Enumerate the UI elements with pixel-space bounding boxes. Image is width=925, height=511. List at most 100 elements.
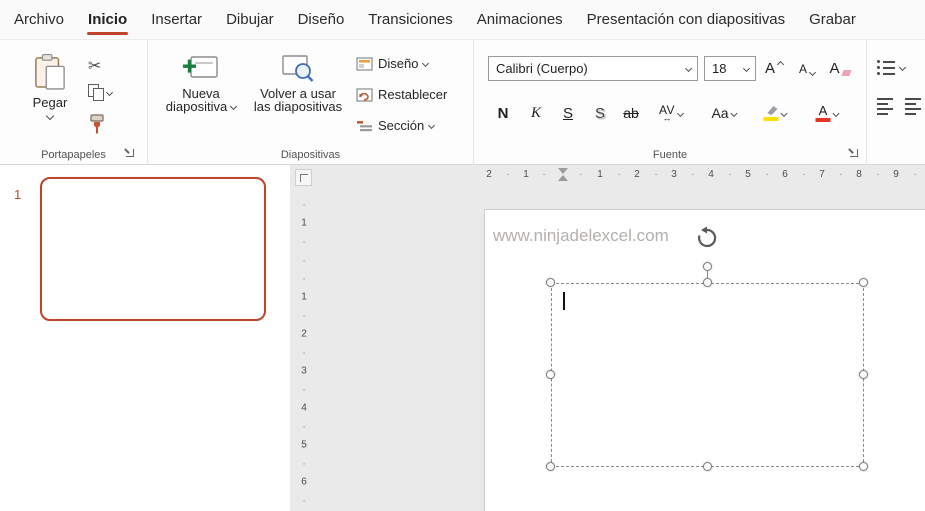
h-ruler-number: 9	[893, 169, 899, 180]
v-ruler-number: 5	[301, 439, 307, 451]
tab-transiciones[interactable]: Transiciones	[356, 0, 464, 39]
tab-presentaci-n-con-diapositivas[interactable]: Presentación con diapositivas	[575, 0, 797, 39]
font-color-button[interactable]: A	[815, 98, 840, 128]
layout-button[interactable]: Diseño	[356, 56, 430, 71]
shrink-font-button[interactable]: A	[799, 56, 817, 81]
font-dialog-launcher[interactable]	[848, 147, 860, 159]
tab-grabar[interactable]: Grabar	[797, 0, 868, 39]
italic-button[interactable]: K	[531, 98, 541, 128]
selected-text-box[interactable]	[551, 283, 864, 467]
slides-group-label-text: Diapositivas	[280, 149, 341, 161]
resize-handle-middle-right[interactable]	[859, 370, 868, 379]
tab-inicio[interactable]: Inicio	[76, 0, 139, 39]
slides-group-label: Diapositivas	[148, 149, 473, 161]
h-ruler-tick: ·	[839, 169, 843, 180]
section-button[interactable]: Sección	[356, 118, 436, 133]
font-size-chevron-icon	[742, 64, 751, 73]
resize-handle-top-middle[interactable]	[703, 278, 712, 287]
format-painter-button[interactable]	[88, 114, 106, 136]
v-ruler-tick: ·	[302, 310, 306, 322]
rotation-handle[interactable]	[703, 262, 712, 271]
h-ruler-tick: ·	[876, 169, 880, 180]
change-case-button[interactable]: Aa	[711, 98, 738, 128]
reset-label: Restablecer	[378, 87, 448, 102]
layout-label: Diseño	[378, 56, 419, 71]
paste-label: Pegar	[32, 95, 68, 110]
ribbon-tab-bar: Archivo Inicio Insertar Dibujar Diseño Transi…	[0, 0, 925, 40]
underline-button[interactable]: S	[563, 98, 573, 128]
character-spacing-chevron-icon	[677, 109, 685, 117]
tab-archivo[interactable]: Archivo	[2, 0, 76, 39]
h-ruler-tick: ·	[913, 169, 917, 180]
clear-formatting-button[interactable]: A	[829, 56, 852, 81]
resize-handle-bottom-left[interactable]	[546, 462, 555, 471]
font-name-combobox[interactable]: Calibri (Cuerpo)	[488, 56, 698, 81]
v-ruler-tick: ·	[302, 347, 306, 359]
align-left-button[interactable]	[877, 98, 893, 115]
font-color-chevron-icon	[832, 109, 840, 117]
clipboard-dialog-launcher[interactable]	[124, 147, 136, 159]
h-ruler-tick: ·	[765, 169, 769, 180]
v-ruler-tick: ·	[302, 458, 306, 470]
tab-dibujar[interactable]: Dibujar	[214, 0, 286, 39]
cut-button[interactable]: ✂	[88, 56, 101, 76]
reuse-slides-button[interactable]: Volver a usar las diapositivas	[248, 52, 348, 113]
tab-animaciones[interactable]: Animaciones	[465, 0, 575, 39]
h-ruler-tick: ·	[542, 169, 546, 180]
grow-font-caret-icon	[776, 60, 785, 69]
v-ruler-number: 6	[301, 476, 307, 488]
h-ruler-tick: ·	[506, 169, 510, 180]
h-ruler-number: 4	[708, 169, 714, 180]
bullets-chevron-icon	[898, 63, 907, 72]
bullets-button[interactable]	[877, 60, 907, 75]
character-spacing-button[interactable]: AV ↔	[659, 98, 685, 128]
v-ruler-tick: ·	[302, 199, 306, 211]
reset-icon	[356, 87, 373, 102]
reset-button[interactable]: Restablecer	[356, 87, 447, 102]
align-center-icon	[905, 98, 921, 115]
strikethrough-letters: ab	[623, 105, 639, 121]
align-left-icon	[877, 98, 893, 115]
align-center-button[interactable]	[905, 98, 921, 115]
underline-letter: S	[562, 104, 574, 122]
h-ruler-number: 1	[597, 169, 603, 180]
grow-font-button[interactable]: A	[764, 56, 785, 81]
strikethrough-button[interactable]: ab	[623, 98, 639, 128]
editing-canvas: 2 · 1 · · 1 · 2 · 3 · 4 · 5 · 6 · 7 · 8 · 9 · · 1 · · · 1 · 2 · 3 · 4 · 5 · 6…	[290, 165, 925, 511]
tab-insertar[interactable]: Insertar	[139, 0, 214, 39]
reuse-slides-label-line2: las diapositivas	[253, 99, 343, 114]
h-ruler-number: 6	[782, 169, 788, 180]
v-ruler-tick: ·	[302, 236, 306, 248]
text-highlight-chevron-icon	[780, 109, 788, 117]
eraser-icon	[841, 69, 852, 76]
section-chevron-icon	[428, 121, 436, 130]
indent-marker[interactable]	[558, 168, 569, 181]
slide-thumbnail[interactable]	[40, 177, 266, 321]
resize-handle-bottom-right[interactable]	[859, 462, 868, 471]
tab-dise-o[interactable]: Diseño	[286, 0, 357, 39]
bold-button[interactable]: N	[498, 98, 509, 128]
font-size-combobox[interactable]: 18	[704, 56, 756, 81]
copy-button[interactable]	[88, 84, 114, 101]
slide-editing-area[interactable]: www.ninjadelexcel.com	[485, 210, 925, 511]
paste-button[interactable]: Pegar	[18, 52, 82, 121]
new-slide-button[interactable]: Nueva diapositiva	[156, 52, 246, 113]
resize-handle-top-left[interactable]	[546, 278, 555, 287]
watermark-text[interactable]: www.ninjadelexcel.com	[493, 226, 669, 246]
h-ruler-number: 1	[523, 169, 529, 180]
font-size-value: 18	[712, 61, 727, 76]
resize-handle-top-right[interactable]	[859, 278, 868, 287]
resize-handle-middle-left[interactable]	[546, 370, 555, 379]
v-ruler-tick: ·	[302, 421, 306, 433]
v-ruler-tick: ·	[302, 273, 306, 285]
grow-font-letter: A	[764, 60, 776, 77]
change-case-letters: Aa	[711, 105, 729, 121]
v-ruler-number: 1	[301, 217, 307, 229]
text-shadow-button[interactable]: S	[595, 98, 605, 128]
text-highlight-button[interactable]	[763, 98, 788, 128]
rotate-handle-icon[interactable]	[695, 226, 719, 250]
section-icon	[357, 120, 372, 131]
font-color-icon: A	[815, 104, 831, 122]
resize-handle-bottom-middle[interactable]	[703, 462, 712, 471]
clipboard-paste-icon	[35, 54, 65, 90]
